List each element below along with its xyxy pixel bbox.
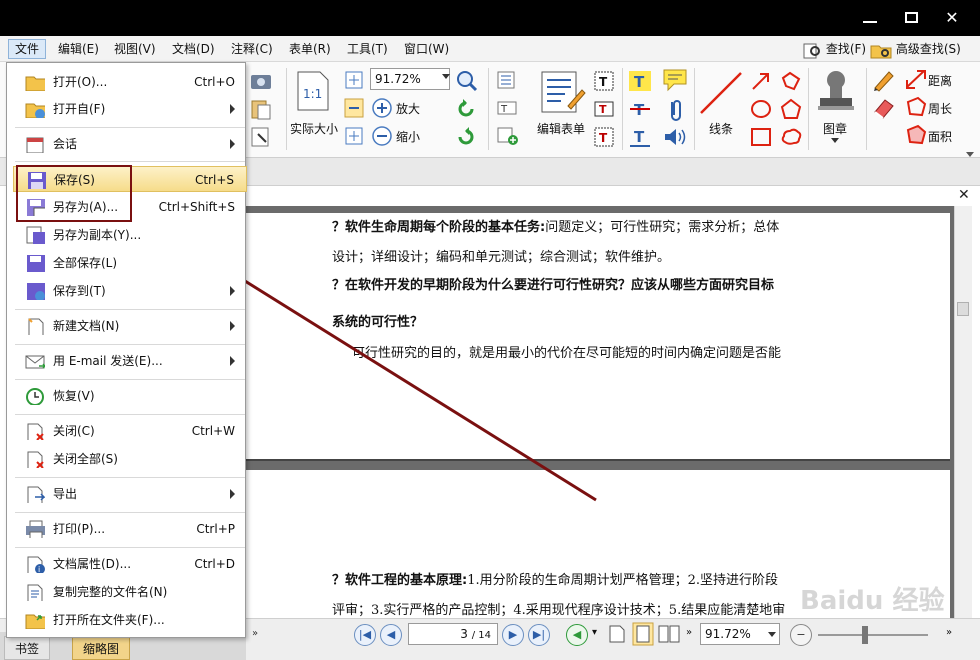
export-icon <box>27 486 45 503</box>
menu-item-label: 全部保存(L) <box>53 256 118 270</box>
menu-separator <box>15 127 245 128</box>
menu-item-open-folder[interactable]: 打开所在文件夹(F)... <box>13 607 247 633</box>
menu-item-open-from[interactable]: 打开自(F) <box>13 96 247 122</box>
folder-open-icon <box>25 76 45 91</box>
menu-item-save-all[interactable]: 全部保存(L) <box>13 250 247 276</box>
menu-item-shortcut: Ctrl+Shift+S <box>158 200 235 214</box>
menu-item-save-copy[interactable]: 另存为副本(Y)... <box>13 222 247 248</box>
menu-separator <box>15 309 245 310</box>
menu-item-close[interactable]: 关闭(C) Ctrl+W <box>13 418 247 444</box>
menu-item-label: 新建文档(N) <box>53 319 120 333</box>
menu-separator <box>15 161 245 162</box>
menu-item-label: 打开所在文件夹(F)... <box>53 613 165 627</box>
submenu-arrow-icon <box>230 104 235 114</box>
menu-item-open[interactable]: 打开(O)... Ctrl+O <box>13 69 247 95</box>
menu-separator <box>15 547 245 548</box>
menu-item-email[interactable]: 用 E-mail 发送(E)... <box>13 348 247 374</box>
menu-item-print[interactable]: 打印(P)... Ctrl+P <box>13 516 247 542</box>
menu-item-shortcut: Ctrl+D <box>194 557 235 571</box>
menu-separator <box>15 477 245 478</box>
menu-item-label: 保存到(T) <box>53 284 106 298</box>
menu-separator <box>15 344 245 345</box>
file-menu: 打开(O)... Ctrl+O 打开自(F) 会话 保存(S) Ctrl+S 另… <box>6 62 247 638</box>
menu-item-shortcut: Ctrl+O <box>194 75 235 89</box>
close-doc-icon <box>27 423 44 440</box>
menu-item-label: 恢复(V) <box>53 389 95 403</box>
save-all-icon <box>27 255 45 272</box>
email-icon <box>25 355 45 369</box>
close-all-icon <box>27 451 44 468</box>
menu-item-shortcut: Ctrl+S <box>194 173 234 187</box>
save-copy-icon <box>26 226 45 244</box>
submenu-arrow-icon <box>230 139 235 149</box>
new-document-icon <box>28 318 44 335</box>
menu-item-label: 复制完整的文件名(N) <box>53 585 168 599</box>
menu-item-label: 关闭全部(S) <box>53 452 118 466</box>
menu-item-restore[interactable]: 恢复(V) <box>13 383 247 409</box>
menu-item-properties[interactable]: i 文档属性(D)... Ctrl+D <box>13 551 247 577</box>
menu-item-label: 用 E-mail 发送(E)... <box>53 354 163 368</box>
menu-item-label: 会话 <box>53 137 78 151</box>
menu-item-label: 打开自(F) <box>53 102 106 116</box>
menu-item-export[interactable]: 导出 <box>13 481 247 507</box>
menu-item-label: 另存为副本(Y)... <box>53 228 142 242</box>
save-to-icon <box>27 283 45 300</box>
menu-item-session[interactable]: 会话 <box>13 131 247 157</box>
menu-item-label: 关闭(C) <box>53 424 95 438</box>
menu-item-label: 导出 <box>53 487 78 501</box>
menu-separator <box>15 379 245 380</box>
menu-item-close-all[interactable]: 关闭全部(S) <box>13 446 247 472</box>
menu-item-new-document[interactable]: 新建文档(N) <box>13 313 247 339</box>
calendar-icon <box>26 137 44 153</box>
menu-item-shortcut: Ctrl+W <box>191 424 235 438</box>
menu-item-label: 打开(O)... <box>53 75 108 89</box>
submenu-arrow-icon <box>230 286 235 296</box>
folder-icon <box>25 614 45 629</box>
submenu-arrow-icon <box>230 489 235 499</box>
submenu-arrow-icon <box>230 356 235 366</box>
svg-text:i: i <box>38 565 40 573</box>
printer-icon <box>26 520 45 538</box>
menu-item-label: 文档属性(D)... <box>53 557 132 571</box>
highlight-box <box>16 165 132 222</box>
menu-item-save-to[interactable]: 保存到(T) <box>13 278 247 304</box>
menu-item-shortcut: Ctrl+P <box>196 522 235 536</box>
folder-globe-icon <box>25 103 45 118</box>
submenu-arrow-icon <box>230 321 235 331</box>
menu-item-copy-filename[interactable]: 复制完整的文件名(N) <box>13 579 247 605</box>
copy-filename-icon <box>27 584 43 601</box>
menu-item-label: 打印(P)... <box>53 522 106 536</box>
menu-separator <box>15 414 245 415</box>
restore-icon <box>26 388 44 405</box>
menu-separator <box>15 512 245 513</box>
properties-icon: i <box>27 556 45 573</box>
